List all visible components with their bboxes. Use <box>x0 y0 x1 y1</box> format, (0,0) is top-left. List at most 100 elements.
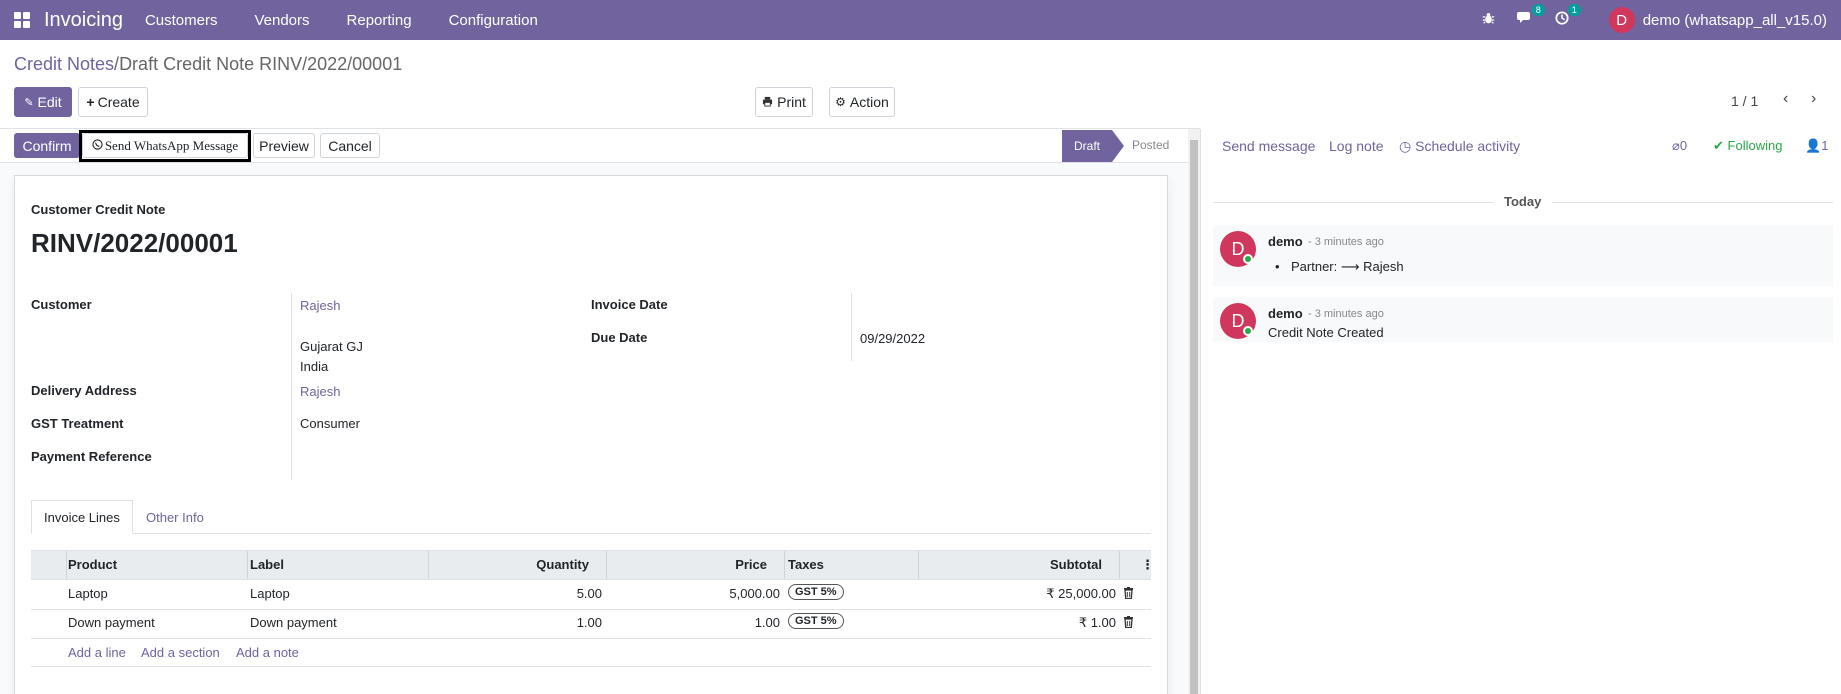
row1-delete-trash-icon[interactable] <box>1123 587 1134 599</box>
row2-tax-tag[interactable]: GST 5% <box>788 613 844 629</box>
due-date-label: Due Date <box>591 330 648 345</box>
row1-tax-tag[interactable]: GST 5% <box>788 584 844 600</box>
column-separator <box>918 551 919 579</box>
user-icon: 👤 <box>1805 138 1822 153</box>
send-message-button[interactable]: Send message <box>1222 138 1315 154</box>
pager-next-icon[interactable]: › <box>1811 90 1816 108</box>
stage-draft[interactable]: Draft <box>1062 130 1124 162</box>
menu-vendors[interactable]: Vendors <box>254 12 309 29</box>
message-author[interactable]: demo <box>1268 306 1303 321</box>
row2-price[interactable]: 1.00 <box>700 615 780 630</box>
row-divider <box>31 609 1151 610</box>
tab-invoice-lines[interactable]: Invoice Lines <box>31 500 133 534</box>
row2-quantity[interactable]: 1.00 <box>540 615 602 630</box>
column-separator <box>606 551 607 579</box>
message-time: - 3 minutes ago <box>1308 308 1384 320</box>
gst-treatment-value[interactable]: Consumer <box>300 416 360 431</box>
print-button[interactable]: Print <box>755 87 813 117</box>
row1-quantity[interactable]: 5.00 <box>540 586 602 601</box>
debug-bug-icon[interactable] <box>1482 12 1495 29</box>
add-section-link[interactable]: Add a section <box>141 645 220 660</box>
add-line-link[interactable]: Add a line <box>68 645 126 660</box>
bullet: • <box>1275 259 1280 274</box>
main-menu: Customers Vendors Reporting Configuratio… <box>145 12 575 29</box>
user-menu[interactable]: demo (whatsapp_all_v15.0) <box>1643 12 1827 29</box>
column-price[interactable]: Price <box>730 557 767 572</box>
top-navbar: Invoicing Customers Vendors Reporting Co… <box>0 0 1841 40</box>
create-button[interactable]: + Create <box>78 87 148 117</box>
row1-subtotal: ₹ 25,000.00 <box>1046 586 1116 601</box>
followers-button[interactable]: 👤1 <box>1805 138 1828 154</box>
date-separator: Today <box>1504 194 1542 209</box>
activity-clock-icon[interactable]: 1 <box>1555 4 1581 29</box>
row2-label[interactable]: Down payment <box>250 615 337 630</box>
schedule-activity-button[interactable]: ◷ Schedule activity <box>1399 138 1520 155</box>
menu-reporting[interactable]: Reporting <box>347 12 412 29</box>
column-separator <box>1119 551 1120 579</box>
customer-label: Customer <box>31 297 92 312</box>
column-taxes[interactable]: Taxes <box>788 557 824 572</box>
form-scrollbar-thumb[interactable] <box>1190 140 1198 694</box>
highlight-box <box>79 130 251 162</box>
breadcrumb-current: Draft Credit Note RINV/2022/00001 <box>119 54 403 74</box>
menu-customers[interactable]: Customers <box>145 12 218 29</box>
online-status-dot <box>1243 254 1253 264</box>
column-separator <box>784 551 785 579</box>
message-body: Credit Note Created <box>1268 325 1384 340</box>
column-subtotal[interactable]: Subtotal <box>1040 557 1102 572</box>
edit-button[interactable]: ✎ Edit <box>14 87 72 117</box>
row2-subtotal: ₹ 1.00 <box>1078 615 1116 630</box>
online-status-dot <box>1243 326 1253 336</box>
confirm-button[interactable]: Confirm <box>14 133 80 158</box>
stage-posted[interactable]: Posted <box>1132 138 1169 152</box>
column-quantity[interactable]: Quantity <box>536 557 589 572</box>
column-separator <box>428 551 429 579</box>
chatter-message <box>1213 225 1833 286</box>
activity-badge: 1 <box>1567 4 1581 16</box>
gst-treatment-label: GST Treatment <box>31 416 124 431</box>
following-button[interactable]: ✔ Following <box>1713 138 1782 154</box>
action-button[interactable]: ⚙ Action <box>829 87 895 117</box>
breadcrumb: Credit Notes/Draft Credit Note RINV/2022… <box>14 54 402 75</box>
pager-value[interactable]: 1 / 1 <box>1731 93 1758 109</box>
chatter-divider <box>1200 129 1201 694</box>
column-label[interactable]: Label <box>250 557 284 572</box>
user-avatar[interactable]: D <box>1608 7 1635 33</box>
document-number: RINV/2022/00001 <box>31 228 238 258</box>
date-line <box>1213 202 1493 203</box>
invoice-date-label: Invoice Date <box>591 297 668 312</box>
column-product[interactable]: Product <box>68 557 117 572</box>
log-note-button[interactable]: Log note <box>1329 138 1384 154</box>
field-separator <box>851 293 852 361</box>
optional-columns-icon[interactable]: ⋮ <box>1141 557 1154 573</box>
column-separator <box>247 551 248 579</box>
messages-badge: 8 <box>1531 4 1545 16</box>
customer-address-line2: India <box>300 359 329 374</box>
attachments-button[interactable]: ⌀0 <box>1672 138 1687 154</box>
row2-delete-trash-icon[interactable] <box>1123 616 1134 628</box>
pencil-icon: ✎ <box>24 96 34 109</box>
row1-label[interactable]: Laptop <box>250 586 290 601</box>
plus-icon: + <box>86 94 95 110</box>
messages-icon[interactable]: 8 <box>1516 4 1545 29</box>
preview-button[interactable]: Preview <box>253 133 315 158</box>
breadcrumb-credit-notes[interactable]: Credit Notes <box>14 54 114 74</box>
row1-price[interactable]: 5,000.00 <box>700 586 780 601</box>
row2-product[interactable]: Down payment <box>68 615 155 630</box>
add-note-link[interactable]: Add a note <box>236 645 299 660</box>
document-type: Customer Credit Note <box>31 202 166 217</box>
tab-other-info[interactable]: Other Info <box>134 500 216 534</box>
pager-previous-icon[interactable]: ‹ <box>1783 90 1788 108</box>
message-author[interactable]: demo <box>1268 234 1303 249</box>
cancel-button[interactable]: Cancel <box>320 133 380 158</box>
app-name[interactable]: Invoicing <box>44 9 123 32</box>
menu-configuration[interactable]: Configuration <box>449 12 538 29</box>
apps-menu-icon[interactable] <box>14 12 30 28</box>
delivery-address-link[interactable]: Rajesh <box>300 384 340 399</box>
clock-icon: ◷ <box>1399 138 1412 154</box>
due-date-value[interactable]: 09/29/2022 <box>860 331 925 346</box>
row-divider <box>31 666 1151 667</box>
customer-link[interactable]: Rajesh <box>300 298 340 313</box>
message-tracking-value: • Partner: ⟶ Rajesh <box>1275 259 1404 274</box>
row1-product[interactable]: Laptop <box>68 586 108 601</box>
